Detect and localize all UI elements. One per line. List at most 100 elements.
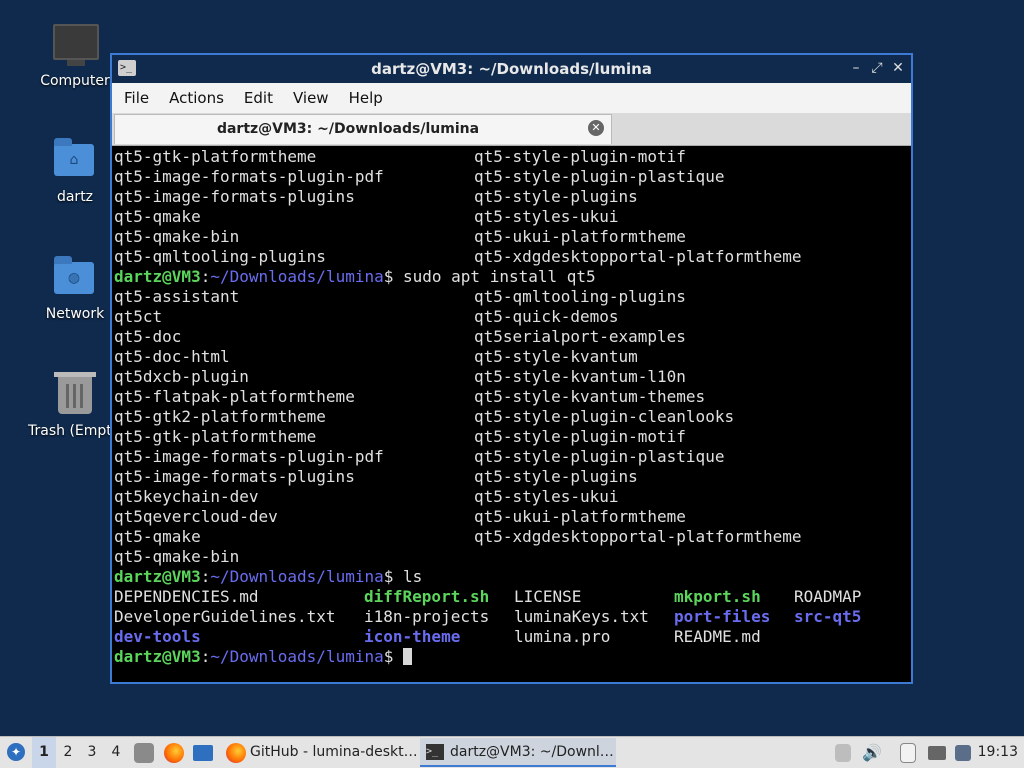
prompt-user: dartz@VM3 <box>114 567 201 586</box>
network-icon[interactable] <box>928 746 946 760</box>
terminal-line: qt5-qmake-bin <box>114 547 911 567</box>
prompt-line: dartz@VM3:~/Downloads/lumina$ ls <box>114 567 911 587</box>
computer-icon <box>53 24 99 66</box>
minimize-icon[interactable]: – <box>847 59 865 77</box>
completion-item: qt5-qmltooling-plugins <box>474 287 686 306</box>
workspace-4[interactable]: 4 <box>104 737 128 768</box>
window-titlebar[interactable]: >_ dartz@VM3: ~/Downloads/lumina – ⤢ ✕ <box>112 55 911 83</box>
updates-icon[interactable] <box>955 745 971 761</box>
terminal-line: qt5qevercloud-dev qt5-ukui-platformtheme <box>114 507 911 527</box>
start-menu-icon[interactable]: ✦ <box>4 737 28 768</box>
completion-item: qt5-ukui-platformtheme <box>474 227 686 246</box>
window-title: dartz@VM3: ~/Downloads/lumina <box>371 60 652 78</box>
maximize-icon[interactable]: ⤢ <box>868 59 886 77</box>
show-desktop-icon[interactable] <box>193 745 213 761</box>
menu-edit[interactable]: Edit <box>234 89 283 107</box>
file-manager-icon[interactable] <box>134 743 154 763</box>
terminal-line: qt5-qmltooling-plugins qt5-xdgdesktopport… <box>114 247 911 267</box>
prompt-symbol: $ <box>383 647 403 666</box>
completion-item: qt5-image-formats-plugins <box>114 467 355 486</box>
firefox-icon[interactable] <box>164 743 184 763</box>
prompt-path: ~/Downloads/lumina <box>210 647 384 666</box>
terminal-line: qt5-qmake qt5-styles-ukui <box>114 207 911 227</box>
task-terminal[interactable]: >_ dartz@VM3: ~/Downl… <box>420 738 616 767</box>
clipboard-icon[interactable] <box>900 743 916 763</box>
tab-label: dartz@VM3: ~/Downloads/lumina <box>216 121 480 137</box>
completion-item: qt5-qmltooling-plugins <box>114 247 326 266</box>
terminal-line: qt5-gtk-platformtheme qt5-style-plugin-mo… <box>114 427 911 447</box>
completion-item: qt5-gtk-platformtheme <box>114 147 317 166</box>
ls-line: dev-tools icon-theme lumina.pro README.md <box>114 627 911 647</box>
ls-entry: diffReport.sh <box>364 587 490 606</box>
terminal-line: qt5-gtk2-platformtheme qt5-style-plugin-c… <box>114 407 911 427</box>
home-folder-icon: ⌂ <box>54 138 94 176</box>
prompt-path: ~/Downloads/lumina <box>210 567 384 586</box>
completion-item: qt5dxcb-plugin <box>114 367 249 386</box>
prompt-path: ~/Downloads/lumina <box>210 267 384 286</box>
command-text: sudo apt install qt5 <box>403 267 596 286</box>
completion-item: qt5-flatpak-platformtheme <box>114 387 355 406</box>
menu-actions[interactable]: Actions <box>159 89 234 107</box>
ls-entry: dev-tools <box>114 627 201 646</box>
terminal-icon: >_ <box>426 744 444 760</box>
terminal-tab[interactable]: dartz@VM3: ~/Downloads/lumina ✕ <box>114 114 612 144</box>
completion-item: qt5keychain-dev <box>114 487 259 506</box>
terminal-window: >_ dartz@VM3: ~/Downloads/lumina – ⤢ ✕ F… <box>110 53 913 684</box>
prompt-symbol: $ <box>383 567 403 586</box>
prompt-separator: : <box>200 267 211 286</box>
terminal-output[interactable]: qt5-gtk-platformtheme qt5-style-plugin-mo… <box>114 147 911 682</box>
prompt-user: dartz@VM3 <box>114 267 201 286</box>
workspace-1[interactable]: 1 <box>32 737 56 768</box>
ls-entry: DeveloperGuidelines.txt <box>114 607 336 626</box>
completion-item: qt5-style-kvantum-l10n <box>474 367 686 386</box>
menu-view[interactable]: View <box>283 89 339 107</box>
terminal-line: qt5-image-formats-plugins qt5-style-plugi… <box>114 187 911 207</box>
terminal-line: qt5-assistant qt5-qmltooling-plugins <box>114 287 911 307</box>
completion-item: qt5-style-kvantum-themes <box>474 387 706 406</box>
desktop-icon-computer[interactable]: Computer <box>27 24 123 89</box>
task-firefox[interactable]: GitHub - lumina-deskt… <box>222 738 416 767</box>
prompt-line: dartz@VM3:~/Downloads/lumina$ sudo apt i… <box>114 267 911 287</box>
completion-item: qt5-gtk2-platformtheme <box>114 407 326 426</box>
prompt-symbol: $ <box>383 267 403 286</box>
desktop-icon-label: Computer <box>40 73 110 89</box>
terminal-line: qt5-flatpak-platformtheme qt5-style-kvant… <box>114 387 911 407</box>
terminal-line: qt5-doc-html qt5-style-kvantum <box>114 347 911 367</box>
task-label: GitHub - lumina-deskt… <box>250 744 416 760</box>
completion-item: qt5-style-plugin-plastique <box>474 447 725 466</box>
clock: 19:13 <box>977 744 1018 760</box>
desktop-icon-home[interactable]: ⌂ dartz <box>27 138 123 205</box>
desktop-icon-label: Network <box>45 306 105 322</box>
completion-item: qt5-qmake-bin <box>114 547 240 566</box>
completion-item: qt5-image-formats-plugin-pdf <box>114 167 384 186</box>
workspace-2[interactable]: 2 <box>56 737 80 768</box>
menubar: File Actions Edit View Help <box>112 83 911 113</box>
ls-entry: i18n-projects <box>364 607 490 626</box>
tab-close-icon[interactable]: ✕ <box>588 120 604 136</box>
desktop-icon-label: dartz <box>56 189 94 205</box>
prompt-separator: : <box>200 647 211 666</box>
terminal-line: qt5-image-formats-plugins qt5-style-plugi… <box>114 467 911 487</box>
desktop-icon-network[interactable]: ◍ Network <box>27 256 123 322</box>
completion-item: qt5-doc <box>114 327 182 346</box>
task-label: dartz@VM3: ~/Downl… <box>450 744 614 760</box>
close-icon[interactable]: ✕ <box>889 59 907 77</box>
completion-item: qt5-style-plugins <box>474 467 638 486</box>
completion-item: qt5qevercloud-dev <box>114 507 278 526</box>
volume-icon[interactable]: 🔊 <box>862 737 882 768</box>
terminal-line: qt5-image-formats-plugin-pdf qt5-style-pl… <box>114 447 911 467</box>
upload-icon[interactable] <box>835 744 851 762</box>
ls-entry: mkport.sh <box>674 587 761 606</box>
completion-item: qt5-style-kvantum <box>474 347 638 366</box>
ls-entry: luminaKeys.txt <box>514 607 649 626</box>
menu-help[interactable]: Help <box>339 89 393 107</box>
ls-entry: src-qt5 <box>794 607 862 626</box>
network-folder-icon: ◍ <box>54 256 94 294</box>
menu-file[interactable]: File <box>114 89 159 107</box>
text-cursor <box>403 648 412 665</box>
completion-item: qt5serialport-examples <box>474 327 686 346</box>
workspace-3[interactable]: 3 <box>80 737 104 768</box>
completion-item: qt5-style-plugins <box>474 187 638 206</box>
prompt-user: dartz@VM3 <box>114 647 201 666</box>
terminal-line: qt5-image-formats-plugin-pdf qt5-style-pl… <box>114 167 911 187</box>
